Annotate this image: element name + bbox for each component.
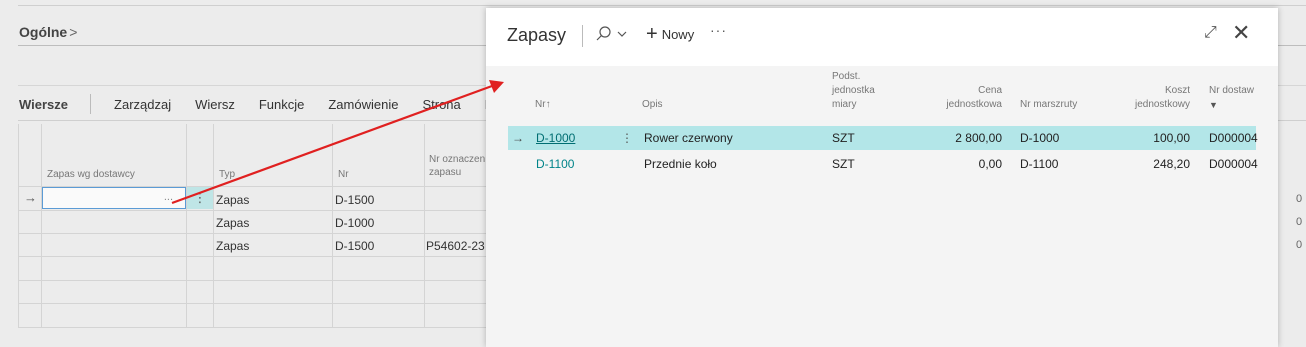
- column-header-nr[interactable]: Nr↑: [535, 98, 551, 112]
- cell-unit-price[interactable]: 2 800,00: [902, 131, 1002, 145]
- chevron-right-icon: >: [69, 24, 78, 40]
- cell-type[interactable]: Zapas: [216, 193, 249, 207]
- column-header-base-uom-line3: miary: [832, 99, 857, 110]
- cell-nr[interactable]: D-1000: [335, 216, 374, 230]
- lines-title: Wiersze: [19, 96, 69, 112]
- column-header-unit-cost-line1: Koszt: [1164, 85, 1190, 96]
- grid-line: [18, 280, 488, 281]
- cell-item-ref[interactable]: P54602-23: [426, 239, 485, 253]
- column-header-base-uom[interactable]: Podst. jednostka miary: [832, 70, 875, 112]
- column-header-item-ref-line1: Nr oznaczen: [429, 154, 486, 165]
- dialog-title: Zapasy: [507, 25, 567, 45]
- column-header-vendor-item[interactable]: Zapas wg dostawcy: [47, 168, 135, 181]
- cell-nr-link[interactable]: D-1100: [536, 157, 574, 171]
- column-header-unit-cost[interactable]: Koszt jednostkowy: [1090, 84, 1190, 112]
- table-row[interactable]: → D-1000 ⋮ Rower czerwony SZT 2 800,00 D…: [508, 126, 1258, 150]
- plus-icon: +: [646, 23, 658, 45]
- grid-line: [18, 124, 19, 328]
- cell-description[interactable]: Rower czerwony: [644, 131, 733, 145]
- cell-unit-price[interactable]: 0,00: [902, 157, 1002, 171]
- toolbar-item-functions[interactable]: Funkcje: [259, 97, 305, 112]
- grid-line: [18, 303, 488, 304]
- grid-line: [18, 210, 488, 211]
- column-header-routing-no[interactable]: Nr marszruty: [1020, 98, 1077, 112]
- expand-icon[interactable]: ⤢: [1204, 24, 1217, 42]
- toolbar-item-line[interactable]: Wiersz: [195, 97, 235, 112]
- cell-type[interactable]: Zapas: [216, 216, 249, 230]
- grid-line: [186, 124, 187, 328]
- cell-base-uom[interactable]: SZT: [832, 131, 855, 145]
- column-header-base-uom-line2: jednostka: [832, 85, 875, 96]
- filter-icon: ▼: [1209, 100, 1218, 110]
- column-header-item-ref[interactable]: Nr oznaczen zapasu: [429, 153, 485, 179]
- new-button-label: Nowy: [661, 26, 695, 42]
- lookup-dots-icon[interactable]: ...: [164, 191, 173, 203]
- cell-nr[interactable]: D-1500: [335, 193, 374, 207]
- column-header-unit-price-line2: jednostkowa: [946, 99, 1002, 110]
- section-title: Ogólne: [19, 24, 68, 40]
- column-header-type[interactable]: Typ: [219, 168, 235, 181]
- sort-ascending-icon: ↑: [545, 99, 551, 110]
- cell-nr-link[interactable]: D-1000: [536, 131, 575, 145]
- items-lookup-dialog: Zapasy + Nowy ··· ⤢ ✕ Nr↑ Opis Podst. je: [486, 8, 1278, 347]
- toolbar-separator: [90, 94, 92, 114]
- search-button[interactable]: [595, 25, 629, 46]
- cell-routing-no[interactable]: D-1000: [1020, 131, 1059, 145]
- clipped-value: 0: [1296, 193, 1303, 205]
- column-header-nr-label: Nr: [535, 99, 546, 110]
- column-header-vendor-no-label: Nr dostaw: [1209, 85, 1255, 96]
- toolbar-item-page[interactable]: Strona: [422, 97, 460, 112]
- new-button[interactable]: + Nowy: [646, 23, 695, 45]
- cell-type[interactable]: Zapas: [216, 239, 249, 253]
- cell-vendor-no[interactable]: D000004: [1209, 157, 1258, 171]
- grid-line: [332, 124, 333, 328]
- toolbar-item-order[interactable]: Zamówienie: [328, 97, 398, 112]
- column-header-base-uom-line1: Podst.: [832, 71, 861, 82]
- grid-line: [41, 124, 42, 328]
- cell-description[interactable]: Przednie koło: [644, 157, 717, 171]
- cell-unit-cost[interactable]: 100,00: [1090, 131, 1190, 145]
- header-separator: [582, 25, 583, 47]
- clipped-value: 0: [1296, 216, 1303, 228]
- cell-vendor-no[interactable]: D000004: [1209, 131, 1258, 145]
- divider: [18, 5, 1306, 6]
- grid-line: [18, 327, 488, 328]
- cell-base-uom[interactable]: SZT: [832, 157, 855, 171]
- close-icon[interactable]: ✕: [1232, 20, 1250, 46]
- lines-toolbar: Wiersze Zarządzaj Wiersz Funkcje Zamówie…: [19, 94, 520, 114]
- column-header-item-ref-line2: zapasu: [429, 167, 462, 178]
- vendor-item-input[interactable]: ...: [42, 187, 186, 209]
- grid-line: [213, 124, 214, 328]
- lines-grid: [18, 124, 488, 328]
- table-row[interactable]: D-1100 Przednie koło SZT 0,00 D-1100 248…: [508, 152, 1258, 176]
- column-header-description[interactable]: Opis: [642, 98, 663, 112]
- column-header-unit-price[interactable]: Cena jednostkowa: [902, 84, 1002, 112]
- dialog-header: Zapasy + Nowy ··· ⤢ ✕: [486, 8, 1278, 66]
- row-indicator-arrow-icon: →: [512, 131, 524, 145]
- search-icon: [596, 26, 627, 41]
- grid-line: [424, 124, 425, 328]
- row-menu-icon[interactable]: ⋮: [621, 131, 633, 145]
- toolbar-item-manage[interactable]: Zarządzaj: [114, 97, 171, 112]
- section-header-general[interactable]: Ogólne >: [19, 24, 77, 40]
- more-actions-icon[interactable]: ···: [710, 22, 727, 38]
- row-menu-icon[interactable]: ⋮: [187, 187, 213, 209]
- dialog-body: Nr↑ Opis Podst. jednostka miary Cena jed…: [486, 66, 1278, 347]
- column-header-unit-price-line1: Cena: [978, 85, 1002, 96]
- column-header-nr[interactable]: Nr: [338, 168, 349, 181]
- cell-routing-no[interactable]: D-1100: [1020, 157, 1058, 171]
- column-header-vendor-no[interactable]: Nr dostaw ▼: [1209, 84, 1254, 112]
- row-indicator-arrow-icon: →: [24, 190, 37, 205]
- column-header-unit-cost-line2: jednostkowy: [1134, 99, 1190, 110]
- grid-line: [18, 256, 488, 257]
- cell-nr[interactable]: D-1500: [335, 239, 374, 253]
- clipped-value: 0: [1296, 239, 1303, 251]
- grid-line: [18, 233, 488, 234]
- cell-unit-cost[interactable]: 248,20: [1090, 157, 1190, 171]
